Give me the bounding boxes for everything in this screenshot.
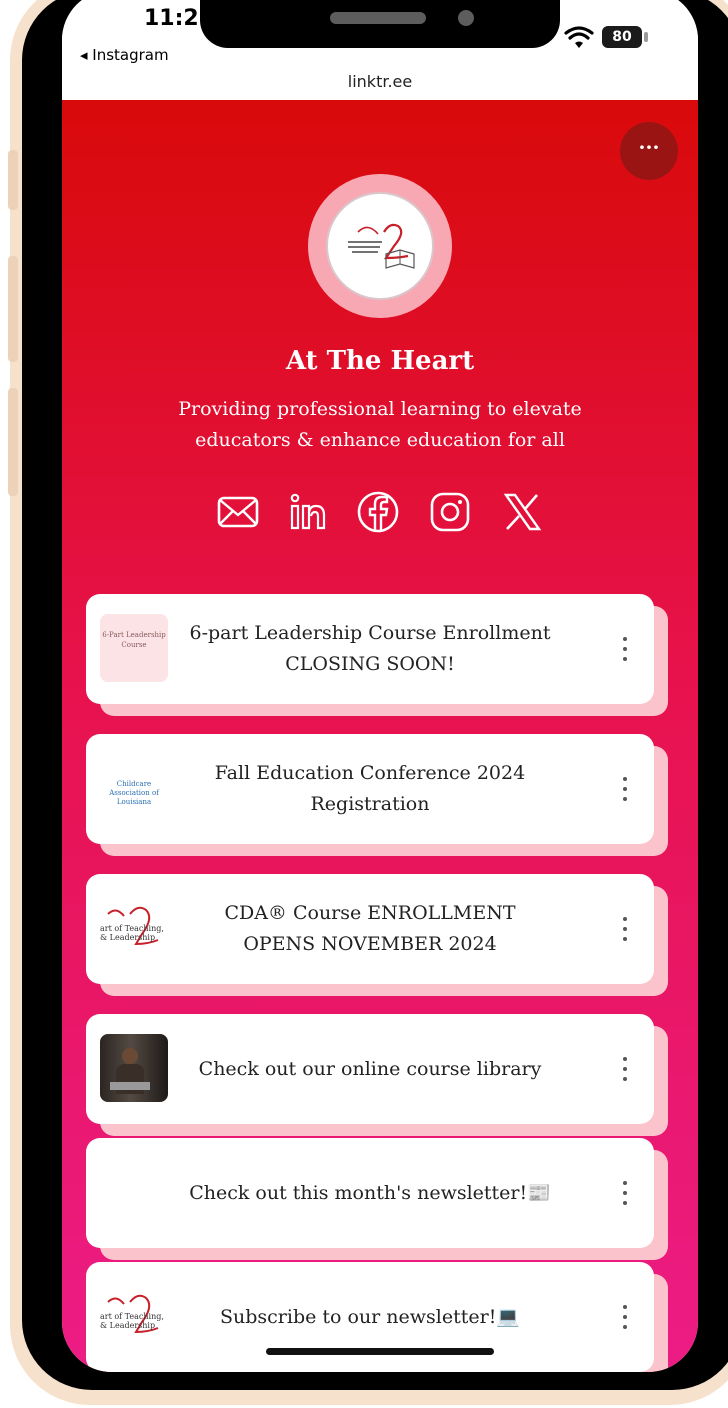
link-title: Check out this month's newsletter!📰 [189, 1181, 551, 1204]
linktree-page: ··· At The Heart Providing professional … [62, 100, 698, 1372]
side-button [8, 150, 18, 210]
more-options-button[interactable]: ··· [620, 122, 678, 180]
x-icon[interactable] [498, 488, 546, 536]
card-face: art of Teaching, & Leadership Subscribe … [86, 1262, 654, 1372]
link-title: Check out our online course library [198, 1057, 542, 1080]
link-card-subscribe[interactable]: art of Teaching, & Leadership Subscribe … [86, 1262, 668, 1372]
link-card-course-library[interactable]: Check out our online course library [86, 1014, 668, 1136]
card-face: Check out this month's newsletter!📰 [86, 1138, 654, 1248]
card-face: Check out our online course library [86, 1014, 654, 1124]
link-title: 6-part Leadership Course Enrollment CLOS… [189, 622, 551, 675]
camera [458, 10, 474, 26]
link-thumbnail: art of Teaching, & Leadership [100, 1282, 168, 1350]
phone-screen: 11:21 ◂ Instagram 80 linktr.ee ··· At Th… [62, 0, 698, 1372]
thumbnail-caption: 6-Part Leadership Course [102, 631, 166, 649]
thumbnail-caption: art of Teaching, & Leadership [100, 1312, 164, 1330]
status-bar: 11:21 ◂ Instagram 80 linktr.ee [62, 0, 698, 91]
link-thumbnail [100, 1034, 168, 1102]
link-title: Subscribe to our newsletter!💻 [219, 1305, 521, 1328]
home-indicator[interactable] [266, 1348, 494, 1355]
link-options-icon[interactable] [612, 1049, 638, 1089]
battery-cap [644, 32, 648, 42]
card-face: art of Teaching, & Leadership CDA® Cours… [86, 874, 654, 984]
link-options-icon[interactable] [612, 1297, 638, 1337]
link-thumbnail: art of Teaching, & Leadership [100, 894, 168, 962]
speaker [330, 12, 426, 24]
thumbnail-caption: Childcare Association of Louisiana [109, 780, 159, 806]
link-card-fall-conference[interactable]: Childcare Association of Louisiana Fall … [86, 734, 668, 856]
address-bar-url[interactable]: linktr.ee [62, 72, 698, 91]
card-face: 6-Part Leadership Course 6-part Leadersh… [86, 594, 654, 704]
link-title: Fall Education Conference 2024 Registrat… [214, 762, 526, 815]
facebook-icon[interactable] [354, 488, 402, 536]
avatar-logo [326, 192, 434, 300]
profile-name: At The Heart [285, 346, 475, 376]
back-to-instagram-link[interactable]: ◂ Instagram [80, 46, 169, 64]
link-title: CDA® Course ENROLLMENT OPENS NOVEMBER 20… [224, 902, 516, 955]
link-options-icon[interactable] [612, 769, 638, 809]
card-face: Childcare Association of Louisiana Fall … [86, 734, 654, 844]
link-card-leadership-course[interactable]: 6-Part Leadership Course 6-part Leadersh… [86, 594, 668, 716]
link-thumbnail: 6-Part Leadership Course [100, 614, 168, 682]
notch [200, 0, 560, 48]
link-card-newsletter[interactable]: Check out this month's newsletter!📰 [86, 1138, 668, 1260]
link-options-icon[interactable] [612, 909, 638, 949]
link-options-icon[interactable] [612, 629, 638, 669]
side-button [8, 388, 18, 496]
link-thumbnail: Childcare Association of Louisiana [100, 754, 168, 822]
thumbnail-caption: art of Teaching, & Leadership [100, 924, 164, 942]
link-options-icon[interactable] [612, 1173, 638, 1213]
battery-indicator: 80 [602, 26, 642, 48]
profile-avatar [308, 174, 452, 318]
side-button [8, 256, 18, 362]
email-icon[interactable] [214, 488, 262, 536]
wifi-icon [564, 26, 594, 48]
profile-bio: Providing professional learning to eleva… [178, 398, 582, 451]
heart-logo-icon [348, 223, 415, 269]
social-links [214, 488, 546, 538]
instagram-icon[interactable] [426, 488, 474, 536]
linkedin-icon[interactable] [284, 488, 332, 536]
link-card-cda-course[interactable]: art of Teaching, & Leadership CDA® Cours… [86, 874, 668, 996]
